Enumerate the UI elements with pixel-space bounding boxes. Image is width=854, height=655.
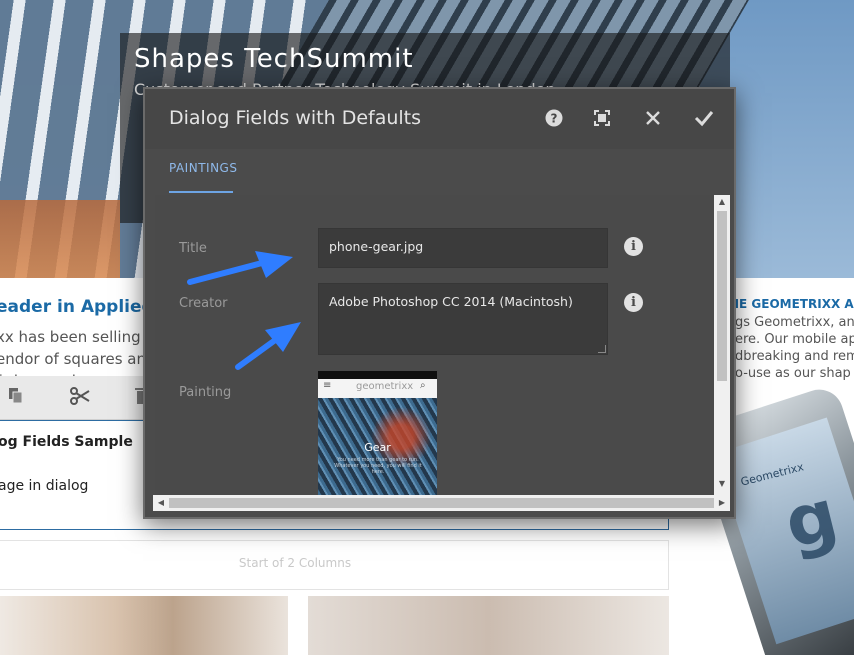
- creator-field[interactable]: Adobe Photoshop CC 2014 (Macintosh): [318, 283, 608, 355]
- scroll-left-icon[interactable]: ◀: [155, 496, 167, 510]
- component-text: age in dialog: [0, 478, 89, 494]
- close-icon[interactable]: [640, 105, 666, 131]
- horizontal-scroll-thumb[interactable]: [169, 498, 714, 508]
- search-icon: ⌕: [420, 380, 426, 391]
- resize-grip-icon[interactable]: [598, 345, 606, 353]
- cut-icon[interactable]: [68, 386, 92, 410]
- component-title: og Fields Sample: [0, 434, 133, 450]
- thumbnail-brand: geometrixx: [356, 381, 414, 392]
- title-field[interactable]: phone-gear.jpg: [318, 228, 608, 268]
- thumbnail-caption: Gear: [364, 441, 391, 454]
- creator-label: Creator: [179, 296, 228, 311]
- horizontal-scrollbar[interactable]: ◀ ▶: [153, 495, 730, 511]
- site-title: Shapes TechSummit: [134, 44, 414, 74]
- title-label: Title: [179, 241, 207, 256]
- help-icon[interactable]: ?: [541, 105, 567, 131]
- thumbnail-status-bar: [318, 371, 437, 379]
- sidebar-text-line: ere. Our mobile ap: [735, 332, 854, 347]
- teaser-image-right: [308, 596, 669, 655]
- sidebar-text-line: o-use as our shap: [735, 366, 851, 381]
- dialog-header: Dialog Fields with Defaults ?: [145, 89, 734, 149]
- tab-active-indicator: [169, 191, 233, 193]
- scroll-down-icon[interactable]: ▼: [714, 479, 730, 491]
- teaser-image-left: [0, 596, 288, 655]
- done-icon[interactable]: [691, 105, 717, 131]
- painting-label: Painting: [179, 385, 232, 400]
- scroll-up-icon[interactable]: ▲: [714, 197, 730, 209]
- fullscreen-icon[interactable]: [589, 105, 615, 131]
- menu-icon: ≡: [323, 380, 332, 391]
- copy-icon[interactable]: [4, 386, 28, 410]
- article-heading[interactable]: eader in Applied: [0, 297, 154, 317]
- thumbnail-subcaption: You need more than gear to run. Whatever…: [334, 457, 422, 475]
- dialog-title: Dialog Fields with Defaults: [169, 107, 422, 129]
- vertical-scroll-thumb[interactable]: [717, 211, 727, 381]
- article-text-line: endor of squares an: [0, 350, 146, 368]
- hero-brick-wall: [0, 200, 120, 278]
- sidebar-text-line: dbreaking and rem: [735, 349, 854, 364]
- creator-info-icon[interactable]: i: [624, 293, 643, 312]
- title-info-icon[interactable]: i: [624, 237, 643, 256]
- dialog-content: Title phone-gear.jpg i Creator Adobe Pho…: [155, 195, 725, 495]
- svg-text:?: ?: [551, 112, 558, 126]
- columns-label: Start of 2 Columns: [238, 556, 352, 570]
- painting-thumbnail[interactable]: ≡ geometrixx ⌕ Gear You need more than g…: [318, 371, 437, 495]
- vertical-scrollbar[interactable]: ▲ ▼: [714, 195, 730, 495]
- sidebar-heading[interactable]: HE GEOMETRIXX A: [729, 297, 854, 311]
- article-text-line: xx has been selling: [0, 328, 141, 346]
- tab-paintings[interactable]: PAINTINGS: [169, 161, 237, 175]
- dialog: Dialog Fields with Defaults ? PAINTINGS …: [143, 87, 736, 519]
- scroll-right-icon[interactable]: ▶: [716, 496, 728, 510]
- sidebar-text-line: gs Geometrixx, an: [735, 315, 854, 330]
